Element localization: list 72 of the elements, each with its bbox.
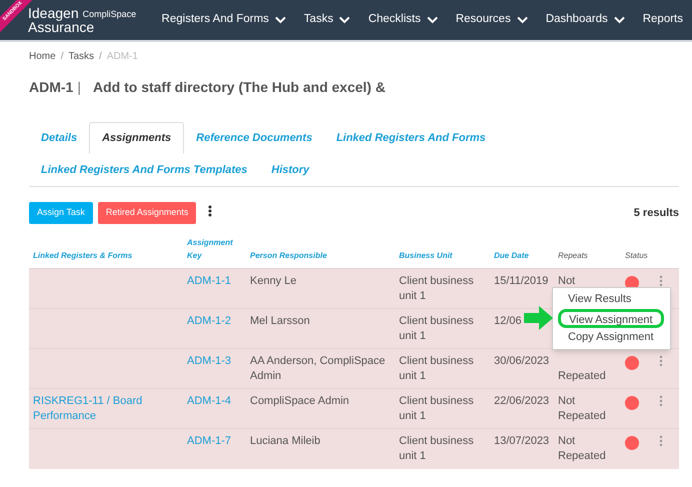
tab[interactable]: Reference Documents [184, 122, 324, 154]
assignment-key-link[interactable]: ADM-1-1 [187, 275, 232, 287]
table-cell-text: Repeated [558, 369, 607, 384]
chevron-down-icon [516, 16, 528, 24]
action-button[interactable]: Assign Task [29, 202, 93, 224]
chevron-down-icon [614, 16, 625, 24]
menu-item[interactable]: Copy Assignment [553, 328, 669, 347]
breadcrumb-separator: / [60, 50, 64, 64]
logo-product: Assurance [28, 20, 96, 34]
table-cell: AA Anderson, CompliSpace Admin [250, 355, 386, 382]
assignment-key-link[interactable]: ADM-1-7 [187, 435, 232, 447]
breadcrumb-link[interactable]: Tasks [68, 48, 94, 64]
column-header: Repeats [558, 250, 589, 262]
breadcrumb-link[interactable]: ADM-1 [106, 48, 138, 64]
logo-subtitle: CompliSpace [82, 10, 136, 19]
tab[interactable]: Linked Registers And Forms Templates [29, 154, 260, 186]
logo-brand: Ideagen [28, 6, 79, 20]
pointer-arrow-icon [524, 306, 553, 330]
table-cell-text: Not [558, 274, 576, 289]
breadcrumb-separator: / [99, 50, 102, 64]
assignment-key-link[interactable]: ADM-1-2 [187, 315, 232, 327]
column-header[interactable]: Linked Registers & Forms [33, 249, 179, 262]
action-button[interactable]: Retired Assignments [98, 202, 196, 224]
table-cell: CompliSpace Admin [250, 395, 350, 407]
tab[interactable]: Linked Registers And Forms [324, 122, 498, 154]
chevron-down-icon [274, 16, 286, 24]
column-header[interactable]: Assignment Key [187, 236, 242, 262]
tab[interactable]: Assignments [89, 122, 184, 154]
table-cell: Client business unit 1 [399, 395, 474, 422]
chevron-down-icon [426, 16, 438, 24]
table-cell: 12/06 [494, 315, 522, 327]
table-cell-text: Not Repeated [558, 394, 607, 424]
row-actions-icon[interactable] [659, 435, 663, 447]
column-header[interactable]: Business Unit [399, 249, 486, 262]
table-cell: Client business unit 1 [399, 315, 474, 342]
breadcrumb-link[interactable]: Home [29, 48, 56, 64]
table-cell: 30/06/2023 [494, 355, 550, 367]
table-cell: 13/07/2023 [494, 435, 550, 447]
chevron-down-icon [339, 16, 350, 24]
nav-menu-item[interactable]: Resources [446, 0, 537, 40]
tab[interactable]: Details [29, 122, 90, 154]
row-actions-icon[interactable] [659, 275, 663, 287]
table-cell: Client business unit 1 [399, 275, 474, 302]
assignment-key-link[interactable]: ADM-1-4 [187, 395, 232, 407]
assignment-key-link[interactable]: ADM-1-3 [187, 355, 232, 367]
table-cell: Client business unit 1 [399, 435, 474, 462]
title-divider: | [77, 78, 81, 97]
row-actions-icon[interactable] [659, 355, 663, 367]
task-key: ADM-1 [29, 77, 74, 98]
menu-item[interactable]: View Assignment [558, 309, 664, 328]
table-cell: Mel Larsson [250, 315, 310, 327]
nav-menu-item[interactable]: Registers And Forms [152, 0, 295, 40]
table-cell-text: Not Repeated [558, 434, 607, 464]
more-options-icon[interactable] [208, 205, 212, 217]
task-title: Add to staff directory (The Hub and excel) & [92, 78, 386, 97]
nav-menu-item[interactable]: Dashboards [536, 0, 634, 40]
table-cell: Kenny Le [250, 275, 296, 287]
table-cell: 15/11/2019 [494, 275, 548, 287]
nav-menu-item[interactable]: Reports [634, 0, 692, 40]
table-cell: 22/06/2023 [494, 395, 550, 407]
nav-menu-item[interactable]: Tasks [294, 0, 360, 40]
column-header: Status [625, 250, 649, 262]
row-actions-icon[interactable] [659, 395, 663, 407]
table-cell: Luciana Mileib [250, 435, 320, 447]
tab[interactable]: History [259, 154, 322, 186]
results-count: 5 results [634, 206, 679, 221]
menu-item[interactable]: View Results [553, 290, 646, 309]
linked-register-link[interactable]: RISKREG1-11 / Board Performance [33, 394, 179, 424]
column-header[interactable]: Person Responsible [250, 249, 391, 262]
column-header[interactable]: Due Date [494, 249, 550, 262]
nav-menu-item[interactable]: Checklists [359, 0, 447, 40]
table-cell: Client business unit 1 [399, 355, 474, 382]
